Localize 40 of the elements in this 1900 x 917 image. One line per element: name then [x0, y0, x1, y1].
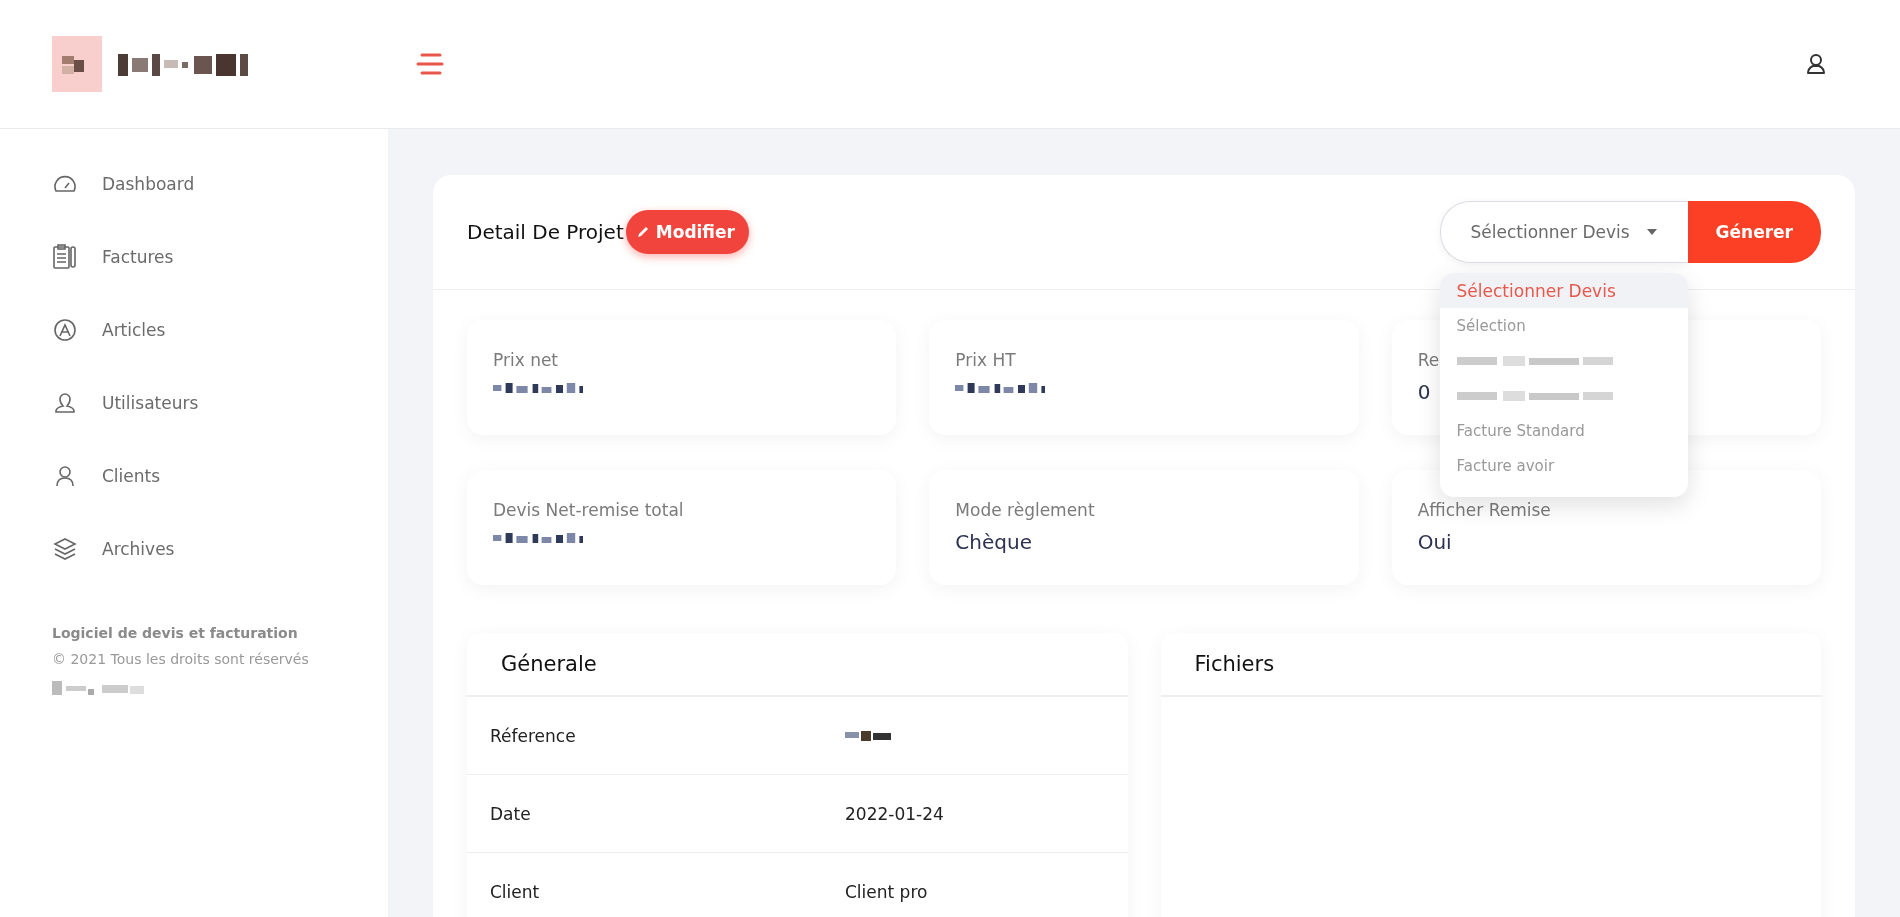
page-title: Detail De Projet — [467, 220, 624, 244]
sidebar-item[interactable]: Clients — [52, 439, 161, 512]
stat-label: Mode règlement — [955, 500, 1095, 520]
pencil-icon — [635, 225, 650, 239]
row-label: Date — [490, 803, 532, 824]
dropdown-option[interactable]: Facture Standard — [1439, 413, 1688, 448]
menu-icon — [416, 52, 444, 76]
sidebar-item[interactable]: Utilisateurs — [52, 366, 199, 439]
app-name: Logiciel de devis et facturation — [52, 625, 299, 641]
edit-button[interactable]: Modifier — [625, 210, 749, 254]
sidebar-item[interactable]: Factures — [52, 220, 174, 293]
sidebar-item[interactable]: Dashboard — [52, 147, 195, 220]
stat-label: Prix HT — [955, 350, 1016, 370]
sidebar-item[interactable]: Articles — [52, 293, 166, 366]
devis-select[interactable]: Sélectionner Devis — [1439, 201, 1688, 263]
stat-label: Devis Net-remise total — [493, 500, 684, 520]
row-value: 2022-01-24 — [845, 803, 944, 824]
stat-label: Re — [1417, 350, 1440, 370]
stat-value: 0 — [1417, 380, 1431, 404]
row-value: Client pro — [845, 881, 928, 902]
caret-icon — [1645, 228, 1658, 236]
row-label: Client — [490, 881, 541, 902]
layers-icon — [52, 535, 78, 562]
stat-value: Oui — [1417, 530, 1452, 554]
sidebar-item[interactable]: Archives — [52, 512, 175, 585]
stat-value: Chèque — [955, 530, 1032, 554]
user-icon — [1806, 53, 1826, 75]
generate-button[interactable]: Génerer — [1687, 201, 1821, 263]
copyright-text: © 2021 Tous les droits sont réservés — [52, 651, 310, 667]
panel-title: Fichiers — [1194, 652, 1275, 676]
row-label: Réference — [490, 725, 577, 746]
stat-label: Afficher Remise — [1417, 500, 1551, 520]
dropdown-option[interactable]: Facture avoir — [1439, 448, 1688, 483]
stat-label: Prix net — [493, 350, 559, 370]
panel-title: Génerale — [501, 652, 597, 676]
gauge-icon — [52, 175, 78, 192]
dropdown-option[interactable]: Sélectionner Devis — [1439, 273, 1688, 308]
circle-letter-icon — [52, 316, 78, 343]
dropdown-option[interactable]: Sélection — [1439, 308, 1688, 343]
clipboard-icon — [52, 243, 78, 270]
